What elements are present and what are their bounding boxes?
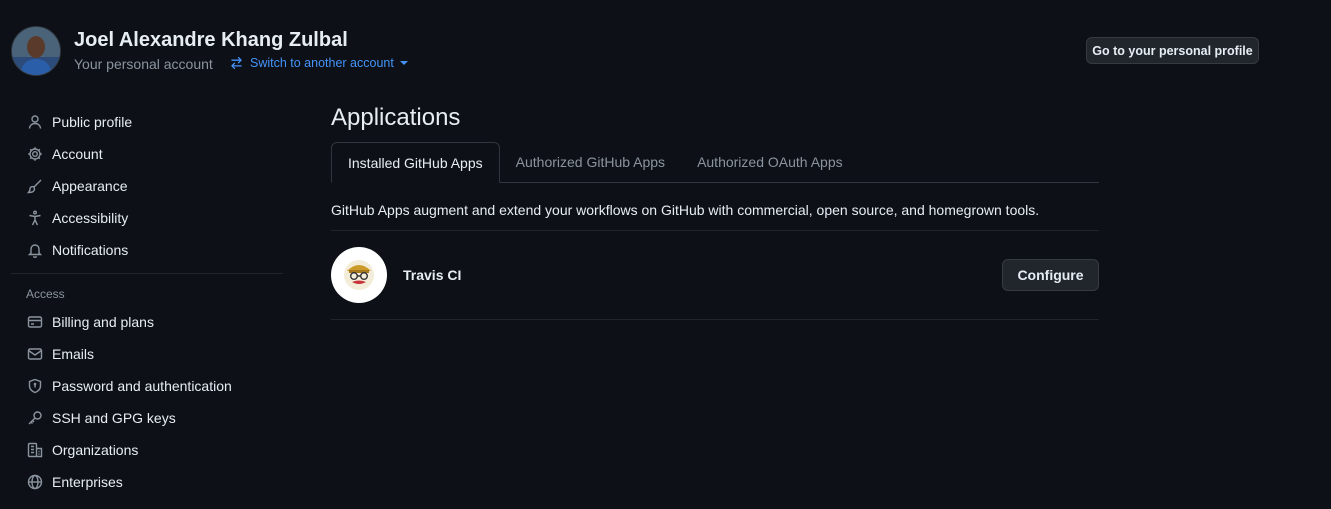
sidebar-divider xyxy=(11,273,283,274)
sidebar-section-access: Access xyxy=(26,287,65,301)
sidebar-item-password[interactable]: Password and authentication xyxy=(11,370,283,402)
configure-button[interactable]: Configure xyxy=(1002,259,1099,291)
sidebar-item-appearance[interactable]: Appearance xyxy=(11,170,283,202)
sidebar-item-label: Password and authentication xyxy=(52,378,232,394)
list-item: Travis CI Configure xyxy=(331,231,1099,320)
account-name: Joel Alexandre Khang Zulbal xyxy=(74,29,348,51)
sidebar-item-label: Emails xyxy=(52,346,95,362)
settings-sidebar: Public profile Account Appearance Access… xyxy=(11,106,283,498)
switch-account-link[interactable]: Switch to another account xyxy=(229,56,408,70)
tab-installed-github-apps[interactable]: Installed GitHub Apps xyxy=(331,142,500,183)
travis-ci-logo[interactable] xyxy=(331,247,387,303)
caret-down-icon xyxy=(399,59,408,67)
sidebar-item-enterprises[interactable]: Enterprises xyxy=(11,466,283,498)
bell-icon xyxy=(26,241,44,259)
key-icon xyxy=(26,409,44,427)
page-title: Applications xyxy=(331,104,461,131)
sidebar-item-organizations[interactable]: Organizations xyxy=(11,434,283,466)
sidebar-item-label: Organizations xyxy=(52,442,139,458)
app-name[interactable]: Travis CI xyxy=(403,267,461,283)
arrow-switch-icon xyxy=(229,56,244,70)
sidebar-item-accessibility[interactable]: Accessibility xyxy=(11,202,283,234)
sidebar-item-ssh-keys[interactable]: SSH and GPG keys xyxy=(11,402,283,434)
sidebar-item-label: Notifications xyxy=(52,242,129,258)
account-subtitle: Your personal account xyxy=(74,56,213,72)
mail-icon xyxy=(26,345,44,363)
sidebar-item-label: Enterprises xyxy=(52,474,123,490)
sidebar-item-public-profile[interactable]: Public profile xyxy=(11,106,283,138)
shield-lock-icon xyxy=(26,377,44,395)
person-icon xyxy=(26,113,44,131)
credit-card-icon xyxy=(26,313,44,331)
sidebar-item-label: Appearance xyxy=(52,178,128,194)
applications-tabs: Installed GitHub Apps Authorized GitHub … xyxy=(331,142,1099,183)
tab-authorized-oauth-apps[interactable]: Authorized OAuth Apps xyxy=(681,142,859,182)
switch-account-label: Switch to another account xyxy=(250,56,394,70)
sidebar-item-label: Public profile xyxy=(52,114,133,130)
tab-authorized-github-apps[interactable]: Authorized GitHub Apps xyxy=(500,142,681,182)
sidebar-item-label: Billing and plans xyxy=(52,314,154,330)
sidebar-item-emails[interactable]: Emails xyxy=(11,338,283,370)
sidebar-item-label: Accessibility xyxy=(52,210,129,226)
sidebar-item-billing[interactable]: Billing and plans xyxy=(11,306,283,338)
accessibility-icon xyxy=(26,209,44,227)
sidebar-item-label: Account xyxy=(52,146,103,162)
organization-icon xyxy=(26,441,44,459)
go-to-profile-button[interactable]: Go to your personal profile xyxy=(1086,37,1259,64)
gear-icon xyxy=(26,145,44,163)
paintbrush-icon xyxy=(26,177,44,195)
sidebar-item-label: SSH and GPG keys xyxy=(52,410,176,426)
globe-icon xyxy=(26,473,44,491)
main-content: Applications Installed GitHub Apps Autho… xyxy=(331,100,1099,320)
sidebar-item-notifications[interactable]: Notifications xyxy=(11,234,283,266)
sidebar-item-account[interactable]: Account xyxy=(11,138,283,170)
apps-description: GitHub Apps augment and extend your work… xyxy=(331,183,1099,231)
avatar[interactable] xyxy=(11,26,61,76)
